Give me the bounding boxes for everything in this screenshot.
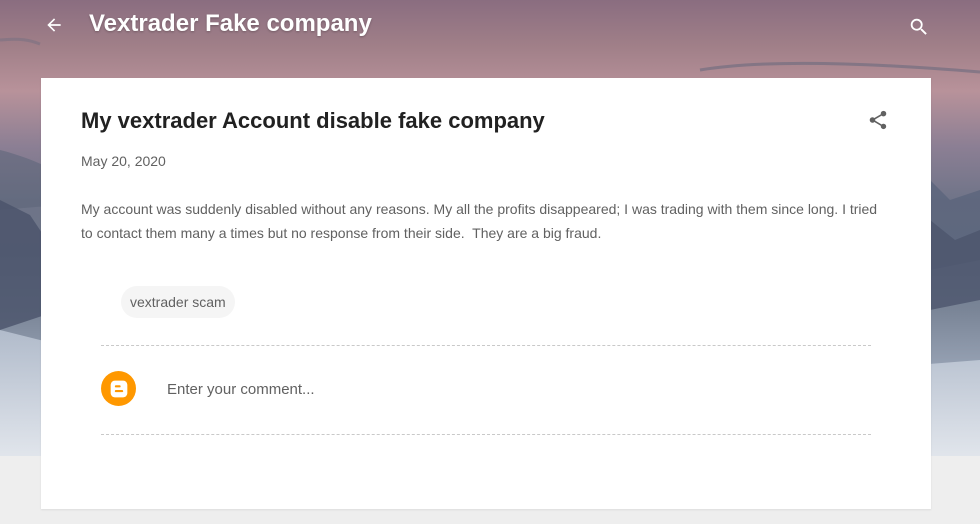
- comments-divider-bottom: [101, 434, 871, 435]
- post-date[interactable]: May 20, 2020: [81, 152, 166, 170]
- search-button[interactable]: [903, 11, 935, 43]
- share-icon: [869, 110, 887, 130]
- avatar: [101, 371, 136, 406]
- arrow-back-icon: [47, 18, 61, 32]
- comments-divider-top: [101, 345, 871, 346]
- share-button[interactable]: [864, 106, 892, 134]
- app-header: Vextrader Fake company: [0, 0, 980, 52]
- post-body: My account was suddenly disabled without…: [81, 201, 881, 241]
- comment-input[interactable]: [167, 378, 767, 400]
- search-icon: [910, 18, 927, 35]
- comment-composer: [101, 371, 871, 409]
- post-card: My vextrader Account disable fake compan…: [41, 78, 931, 509]
- back-button[interactable]: [38, 9, 70, 41]
- label-chip[interactable]: vextrader scam: [121, 286, 235, 318]
- blog-title[interactable]: Vextrader Fake company: [89, 7, 372, 41]
- post-title[interactable]: My vextrader Account disable fake compan…: [81, 105, 545, 137]
- blogger-logo-icon: [110, 380, 127, 397]
